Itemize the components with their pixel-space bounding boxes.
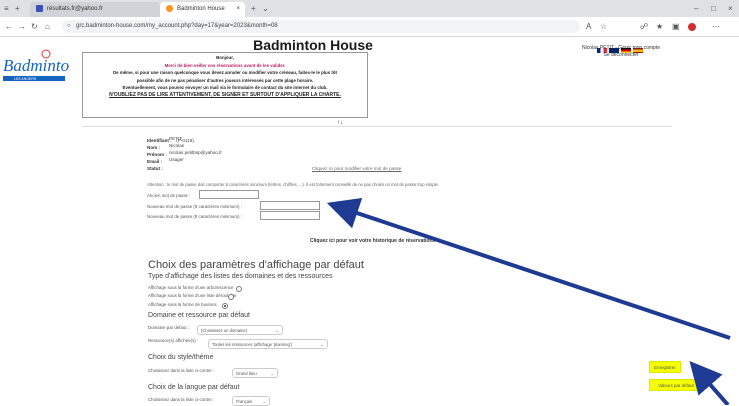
annotation-arrows: [326, 197, 731, 405]
arrow-to-password-fields: [326, 197, 731, 340]
arrow-to-save-button: [689, 360, 730, 405]
